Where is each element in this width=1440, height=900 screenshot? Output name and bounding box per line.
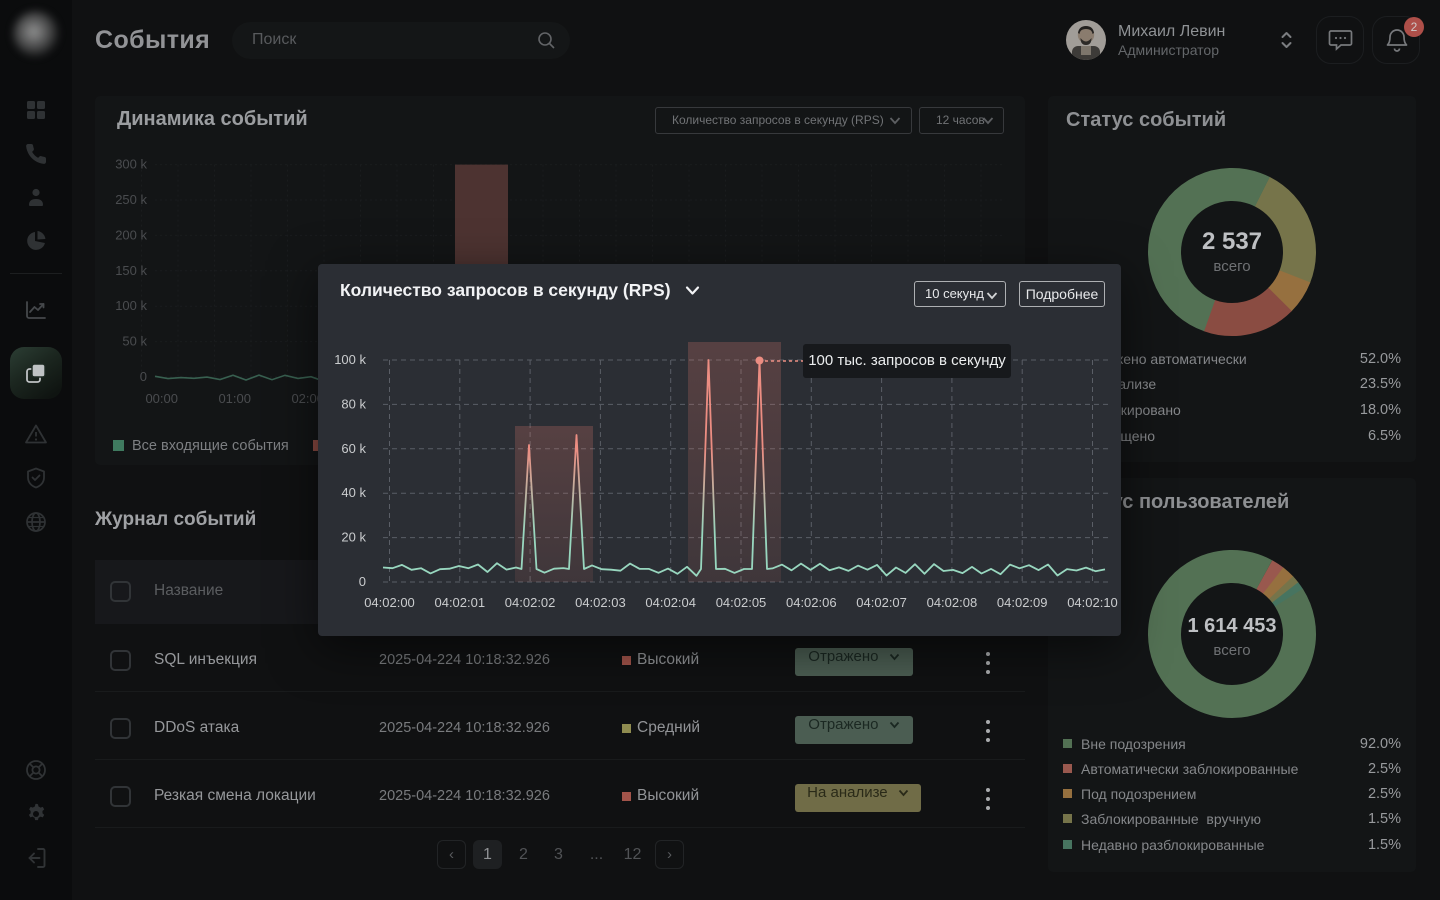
svg-text:0: 0 <box>140 369 147 384</box>
svg-text:04:02:07: 04:02:07 <box>856 595 907 610</box>
svg-text:04:02:10: 04:02:10 <box>1067 595 1118 610</box>
svg-text:04:02:03: 04:02:03 <box>575 595 626 610</box>
svg-text:00:00: 00:00 <box>145 391 178 406</box>
svg-text:200 k: 200 k <box>115 227 147 242</box>
svg-text:0: 0 <box>359 574 366 589</box>
svg-text:300 k: 300 k <box>115 157 147 172</box>
svg-text:40 k: 40 k <box>341 485 366 500</box>
svg-text:60 k: 60 k <box>341 441 366 456</box>
svg-text:250 k: 250 k <box>115 192 147 207</box>
svg-text:20 k: 20 k <box>341 530 366 545</box>
svg-text:04:02:02: 04:02:02 <box>505 595 556 610</box>
svg-text:100 k: 100 k <box>334 352 366 367</box>
svg-text:04:02:04: 04:02:04 <box>645 595 696 610</box>
svg-text:04:02:05: 04:02:05 <box>716 595 767 610</box>
svg-text:04:02:01: 04:02:01 <box>434 595 485 610</box>
svg-text:50 k: 50 k <box>122 334 147 349</box>
svg-text:80 k: 80 k <box>341 396 366 411</box>
svg-text:04:02:06: 04:02:06 <box>786 595 837 610</box>
svg-text:04:02:09: 04:02:09 <box>997 595 1048 610</box>
svg-text:01:00: 01:00 <box>218 391 251 406</box>
svg-text:04:02:00: 04:02:00 <box>364 595 415 610</box>
svg-text:04:02:08: 04:02:08 <box>927 595 978 610</box>
svg-text:100 k: 100 k <box>115 298 147 313</box>
svg-text:150 k: 150 k <box>115 263 147 278</box>
